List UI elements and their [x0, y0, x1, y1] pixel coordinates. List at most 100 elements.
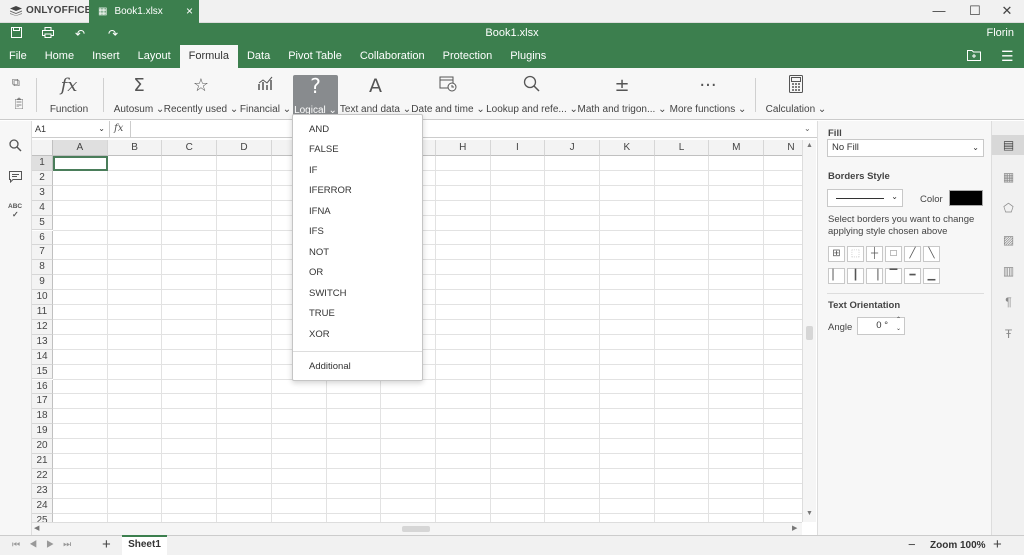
scroll-up-icon[interactable]: ▲ — [806, 142, 813, 149]
tab-home[interactable]: Home — [36, 45, 83, 68]
left-border-icon[interactable]: ▏ — [828, 268, 845, 284]
column-header-n[interactable]: N — [764, 140, 802, 156]
angle-input[interactable]: 0 ° ⌃ ⌄ — [857, 317, 905, 335]
maximize-button[interactable]: ☐ — [965, 2, 985, 20]
select-all-corner[interactable] — [32, 140, 53, 156]
row-header-4[interactable]: 4 — [32, 200, 53, 216]
menu-item-false[interactable]: FALSE — [293, 140, 422, 160]
zoom-in-icon[interactable]: + — [993, 536, 1002, 553]
user-name[interactable]: Florin — [986, 27, 1014, 39]
row-header-14[interactable]: 14 — [32, 349, 53, 365]
search-icon[interactable] — [9, 139, 22, 155]
row-header-1[interactable]: 1 — [32, 156, 53, 171]
menu-item-iferror[interactable]: IFERROR — [293, 181, 422, 201]
inner-borders-icon[interactable]: ┼ — [866, 246, 883, 262]
no-borders-icon[interactable]: ⬚ — [847, 246, 864, 262]
comments-icon[interactable] — [9, 171, 22, 186]
scroll-down-icon[interactable]: ▼ — [806, 510, 813, 517]
paragraph-settings-icon[interactable]: ¶ — [992, 292, 1024, 312]
tab-pivot-table[interactable]: Pivot Table — [279, 45, 351, 68]
inner-horizontal-border-icon[interactable]: ━ — [904, 268, 921, 284]
top-border-icon[interactable]: ▔ — [885, 268, 902, 284]
menu-item-switch[interactable]: SWITCH — [293, 284, 422, 304]
column-header-c[interactable]: C — [162, 140, 218, 156]
fill-select[interactable]: No Fill ⌄ — [827, 139, 984, 157]
open-folder-icon[interactable] — [967, 49, 981, 64]
row-header-16[interactable]: 16 — [32, 379, 53, 395]
row-header-18[interactable]: 18 — [32, 409, 53, 425]
add-sheet-icon[interactable]: + — [102, 536, 111, 553]
row-header-20[interactable]: 20 — [32, 439, 53, 454]
tab-layout[interactable]: Layout — [129, 45, 180, 68]
table-settings-icon[interactable]: ▦ — [992, 167, 1024, 187]
tab-protection[interactable]: Protection — [434, 45, 502, 68]
row-header-23[interactable]: 23 — [32, 483, 53, 499]
row-header-17[interactable]: 17 — [32, 394, 53, 410]
row-header-7[interactable]: 7 — [32, 245, 53, 261]
column-header-l[interactable]: L — [654, 140, 710, 156]
financial-button[interactable]: Financial ⌄ — [240, 75, 291, 115]
autosum-button[interactable]: Σ Autosum ⌄ — [114, 75, 165, 115]
scroll-left-icon[interactable]: ◀ — [34, 524, 39, 532]
column-header-k[interactable]: K — [600, 140, 655, 156]
zoom-level[interactable]: Zoom 100% — [930, 540, 986, 551]
tab-data[interactable]: Data — [238, 45, 279, 68]
row-header-13[interactable]: 13 — [32, 334, 53, 350]
chart-settings-icon[interactable]: ▥ — [992, 261, 1024, 281]
expand-formula-icon[interactable]: ⌄ — [804, 121, 811, 137]
all-borders-icon[interactable]: ⊞ — [828, 246, 845, 262]
bottom-border-icon[interactable]: ▁ — [923, 268, 940, 284]
row-header-3[interactable]: 3 — [32, 185, 53, 201]
tab-file[interactable]: File — [0, 45, 36, 68]
row-header-2[interactable]: 2 — [32, 170, 53, 186]
tab-insert[interactable]: Insert — [83, 45, 129, 68]
column-header-m[interactable]: M — [709, 140, 765, 156]
menu-item-true[interactable]: TRUE — [293, 304, 422, 324]
menu-item-or[interactable]: OR — [293, 263, 422, 283]
row-header-6[interactable]: 6 — [32, 230, 53, 246]
minimize-button[interactable]: — — [929, 2, 949, 20]
insert-function-button[interactable]: fx Function — [48, 75, 90, 115]
formula-input[interactable] — [132, 121, 807, 137]
hamburger-menu-icon[interactable]: ☰ — [1001, 48, 1014, 65]
image-settings-icon[interactable]: ▨ — [992, 230, 1024, 250]
column-header-h[interactable]: H — [435, 140, 491, 156]
menu-item-ifna[interactable]: IFNA — [293, 202, 422, 222]
calculation-button[interactable]: Calculation ⌄ — [766, 75, 826, 115]
selected-cell-a1[interactable] — [53, 156, 108, 171]
row-header-24[interactable]: 24 — [32, 498, 53, 514]
column-header-a[interactable]: A — [53, 140, 108, 156]
name-box[interactable]: A1 ⌄ — [32, 121, 110, 137]
diagonal-down-icon[interactable]: ╲ — [923, 246, 940, 262]
row-header-5[interactable]: 5 — [32, 215, 53, 231]
text-data-button[interactable]: A Date and timeText and data ⌄ — [340, 75, 411, 115]
outer-borders-icon[interactable]: □ — [885, 246, 902, 262]
row-header-19[interactable]: 19 — [32, 424, 53, 440]
recently-used-button[interactable]: ☆ Recently used ⌄ — [164, 75, 239, 115]
row-header-8[interactable]: 8 — [32, 260, 53, 276]
sheet-tab[interactable]: Sheet1 — [122, 535, 167, 555]
tab-plugins[interactable]: Plugins — [501, 45, 555, 68]
row-header-12[interactable]: 12 — [32, 319, 53, 335]
row-header-25[interactable]: 25 — [32, 513, 53, 522]
diagonal-up-icon[interactable]: ╱ — [904, 246, 921, 262]
column-header-d[interactable]: D — [217, 140, 272, 156]
row-header-11[interactable]: 11 — [32, 305, 53, 320]
copy-icon[interactable]: ⧉ — [12, 77, 20, 90]
row-header-15[interactable]: 15 — [32, 364, 53, 380]
inner-vertical-border-icon[interactable]: ┃ — [847, 268, 864, 284]
menu-item-ifs[interactable]: IFS — [293, 222, 422, 242]
vertical-scrollbar[interactable]: ▲ ▼ — [802, 140, 816, 522]
column-header-i[interactable]: I — [490, 140, 546, 156]
menu-item-not[interactable]: NOT — [293, 243, 422, 263]
menu-item-xor[interactable]: XOR — [293, 325, 422, 345]
border-style-select[interactable]: ⌄ — [827, 189, 903, 207]
zoom-out-icon[interactable]: − — [908, 537, 916, 552]
horizontal-scrollbar[interactable]: ◀ ▶ — [32, 522, 802, 535]
scroll-right-icon[interactable]: ▶ — [792, 524, 797, 532]
row-header-21[interactable]: 21 — [32, 454, 53, 469]
row-header-22[interactable]: 22 — [32, 468, 53, 484]
tab-formula[interactable]: Formula — [179, 45, 238, 68]
lookup-reference-button[interactable]: Lookup and refe... ⌄ — [486, 75, 578, 115]
column-header-j[interactable]: J — [545, 140, 600, 156]
